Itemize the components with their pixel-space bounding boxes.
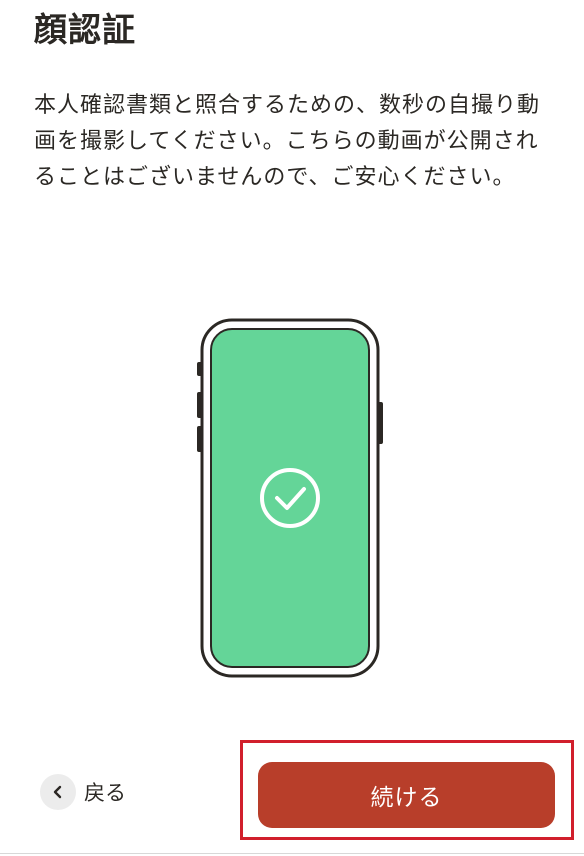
continue-button[interactable]: 続ける — [258, 762, 555, 828]
page-title: 顔認証 — [34, 10, 136, 49]
instruction-text: 本人確認書類と照合するための、数秒の自撮り動画を撮影してください。こちらの動画が… — [34, 93, 541, 190]
chevron-left-icon — [40, 774, 76, 810]
phone-screen — [210, 328, 370, 668]
phone-illustration — [190, 316, 390, 686]
back-button[interactable]: 戻る — [40, 774, 126, 810]
footer-actions: 戻る 続ける — [0, 740, 584, 844]
back-button-label: 戻る — [84, 781, 126, 805]
face-verification-screen: 顔認証 本人確認書類と照合するための、数秒の自撮り動画を撮影してください。こちら… — [0, 0, 584, 856]
smartphone-icon — [197, 318, 383, 678]
bottom-divider — [0, 853, 584, 854]
